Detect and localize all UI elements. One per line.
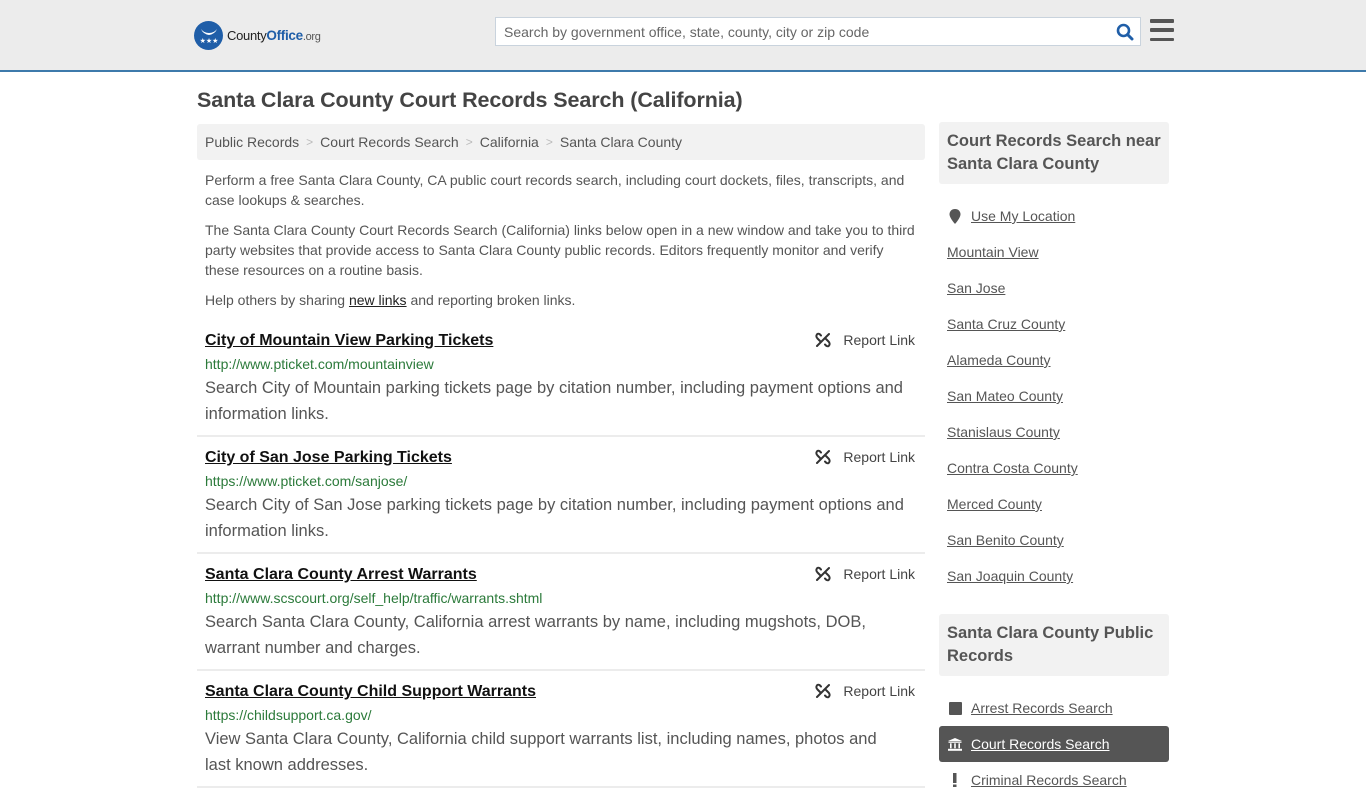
courthouse-icon <box>947 737 963 751</box>
breadcrumb-public-records[interactable]: Public Records <box>205 134 299 150</box>
nearby-item[interactable]: Santa Cruz County <box>939 306 1169 342</box>
nearby-item[interactable]: San Mateo County <box>939 378 1169 414</box>
result-description: Search Santa Clara County, California ar… <box>205 613 866 657</box>
breadcrumb-separator-icon: > <box>306 135 314 149</box>
breadcrumb-separator-icon: > <box>465 135 473 149</box>
criminal-records-search-link[interactable]: Criminal Records Search <box>971 772 1127 788</box>
result-url: https://www.pticket.com/sanjose/ <box>205 473 408 489</box>
result-title-link[interactable]: Santa Clara County Arrest Warrants <box>205 564 477 586</box>
intro-help-paragraph: Help others by sharing new links and rep… <box>205 292 576 308</box>
exclamation-icon <box>947 773 963 787</box>
page-title: Santa Clara County Court Records Search … <box>197 88 743 112</box>
broken-link-icon <box>815 683 832 699</box>
nearby-heading: Court Records Search near Santa Clara Co… <box>939 122 1169 184</box>
public-records-item-criminal[interactable]: Criminal Records Search <box>939 762 1169 798</box>
result-title-link[interactable]: City of Mountain View Parking Tickets <box>205 330 493 352</box>
result-title-link[interactable]: City of San Jose Parking Tickets <box>205 447 452 469</box>
nearby-item[interactable]: Mountain View <box>939 234 1169 270</box>
nearby-item[interactable]: Alameda County <box>939 342 1169 378</box>
nearby-item[interactable]: San Jose <box>939 270 1169 306</box>
nearby-link-contra-costa-county[interactable]: Contra Costa County <box>947 460 1078 476</box>
search-button[interactable] <box>1110 18 1140 46</box>
result-description: Search City of Mountain parking tickets … <box>205 379 903 423</box>
svg-text:★★★: ★★★ <box>199 37 218 45</box>
report-link-label: Report Link <box>843 683 915 699</box>
logo-name: County <box>227 27 267 43</box>
result-title-link[interactable]: Santa Clara County Child Support Warrant… <box>205 681 536 703</box>
report-link-label: Report Link <box>843 449 915 465</box>
result-description: Search City of San Jose parking tickets … <box>205 496 904 540</box>
nearby-item[interactable]: San Joaquin County <box>939 558 1169 594</box>
result-url: http://www.pticket.com/mountainview <box>205 356 434 372</box>
nearby-item[interactable]: Stanislaus County <box>939 414 1169 450</box>
report-link-button[interactable]: Report Link <box>815 332 915 348</box>
nearby-link-stanislaus-county[interactable]: Stanislaus County <box>947 424 1060 440</box>
map-marker-icon <box>947 208 963 224</box>
arrest-records-search-link[interactable]: Arrest Records Search <box>971 700 1113 716</box>
nearby-link-santa-cruz-county[interactable]: Santa Cruz County <box>947 316 1065 332</box>
site-logo[interactable]: ★★★ CountyOffice.org <box>194 20 321 50</box>
broken-link-icon <box>815 566 832 582</box>
breadcrumb-court-records-search[interactable]: Court Records Search <box>320 134 459 150</box>
public-records-heading: Santa Clara County Public Records <box>939 614 1169 676</box>
square-icon <box>947 701 963 715</box>
nearby-link-mountain-view[interactable]: Mountain View <box>947 244 1039 260</box>
logo-tld: .org <box>302 30 321 43</box>
logo-name-accent: Office <box>266 27 303 43</box>
breadcrumb: Public Records > Court Records Search > … <box>197 124 925 160</box>
result-url: https://childsupport.ca.gov/ <box>205 707 372 723</box>
new-links-link[interactable]: new links <box>349 292 407 308</box>
intro-paragraph: Perform a free Santa Clara County, CA pu… <box>205 172 905 208</box>
result-item: City of Mountain View Parking Tickets Re… <box>197 320 925 437</box>
site-header: ★★★ CountyOffice.org <box>0 0 1366 72</box>
nearby-item[interactable]: San Benito County <box>939 522 1169 558</box>
search-box <box>495 17 1141 46</box>
report-link-button[interactable]: Report Link <box>815 566 915 582</box>
public-records-item-court[interactable]: Court Records Search <box>939 726 1169 762</box>
report-link-button[interactable]: Report Link <box>815 449 915 465</box>
report-link-button[interactable]: Report Link <box>815 683 915 699</box>
nearby-link-merced-county[interactable]: Merced County <box>947 496 1042 512</box>
public-records-list: Arrest Records Search Court Records Sear… <box>939 676 1169 798</box>
intro-text: Perform a free Santa Clara County, CA pu… <box>205 170 920 320</box>
breadcrumb-california[interactable]: California <box>480 134 539 150</box>
search-input[interactable] <box>496 18 1110 45</box>
use-my-location-item[interactable]: Use My Location <box>939 198 1169 234</box>
report-link-label: Report Link <box>843 332 915 348</box>
hamburger-menu-icon[interactable] <box>1150 19 1174 41</box>
breadcrumb-separator-icon: > <box>545 135 553 149</box>
use-my-location-link[interactable]: Use My Location <box>971 208 1075 224</box>
result-url: http://www.scscourt.org/self_help/traffi… <box>205 590 543 606</box>
sidebar: Court Records Search near Santa Clara Co… <box>939 122 1169 798</box>
search-icon <box>1116 23 1134 40</box>
broken-link-icon <box>815 332 832 348</box>
breadcrumb-santa-clara-county[interactable]: Santa Clara County <box>560 134 682 150</box>
intro-paragraph: The Santa Clara County Court Records Sea… <box>205 222 915 278</box>
nearby-list: Use My Location Mountain View San Jose S… <box>939 184 1169 594</box>
court-records-search-link[interactable]: Court Records Search <box>971 736 1110 752</box>
nearby-link-alameda-county[interactable]: Alameda County <box>947 352 1051 368</box>
nearby-link-san-benito-county[interactable]: San Benito County <box>947 532 1064 548</box>
result-item: Santa Clara County Child Support Warrant… <box>197 671 925 788</box>
result-description: View Santa Clara County, California chil… <box>205 730 877 774</box>
eagle-logo-icon: ★★★ <box>194 20 223 50</box>
nearby-item[interactable]: Contra Costa County <box>939 450 1169 486</box>
nearby-link-san-joaquin-county[interactable]: San Joaquin County <box>947 568 1073 584</box>
results-list: City of Mountain View Parking Tickets Re… <box>197 320 925 788</box>
report-link-label: Report Link <box>843 566 915 582</box>
nearby-link-san-mateo-county[interactable]: San Mateo County <box>947 388 1063 404</box>
broken-link-icon <box>815 449 832 465</box>
result-item: Santa Clara County Arrest Warrants Repor… <box>197 554 925 671</box>
result-item: City of San Jose Parking Tickets Report … <box>197 437 925 554</box>
public-records-item-arrest[interactable]: Arrest Records Search <box>939 690 1169 726</box>
nearby-link-san-jose[interactable]: San Jose <box>947 280 1005 296</box>
nearby-item[interactable]: Merced County <box>939 486 1169 522</box>
